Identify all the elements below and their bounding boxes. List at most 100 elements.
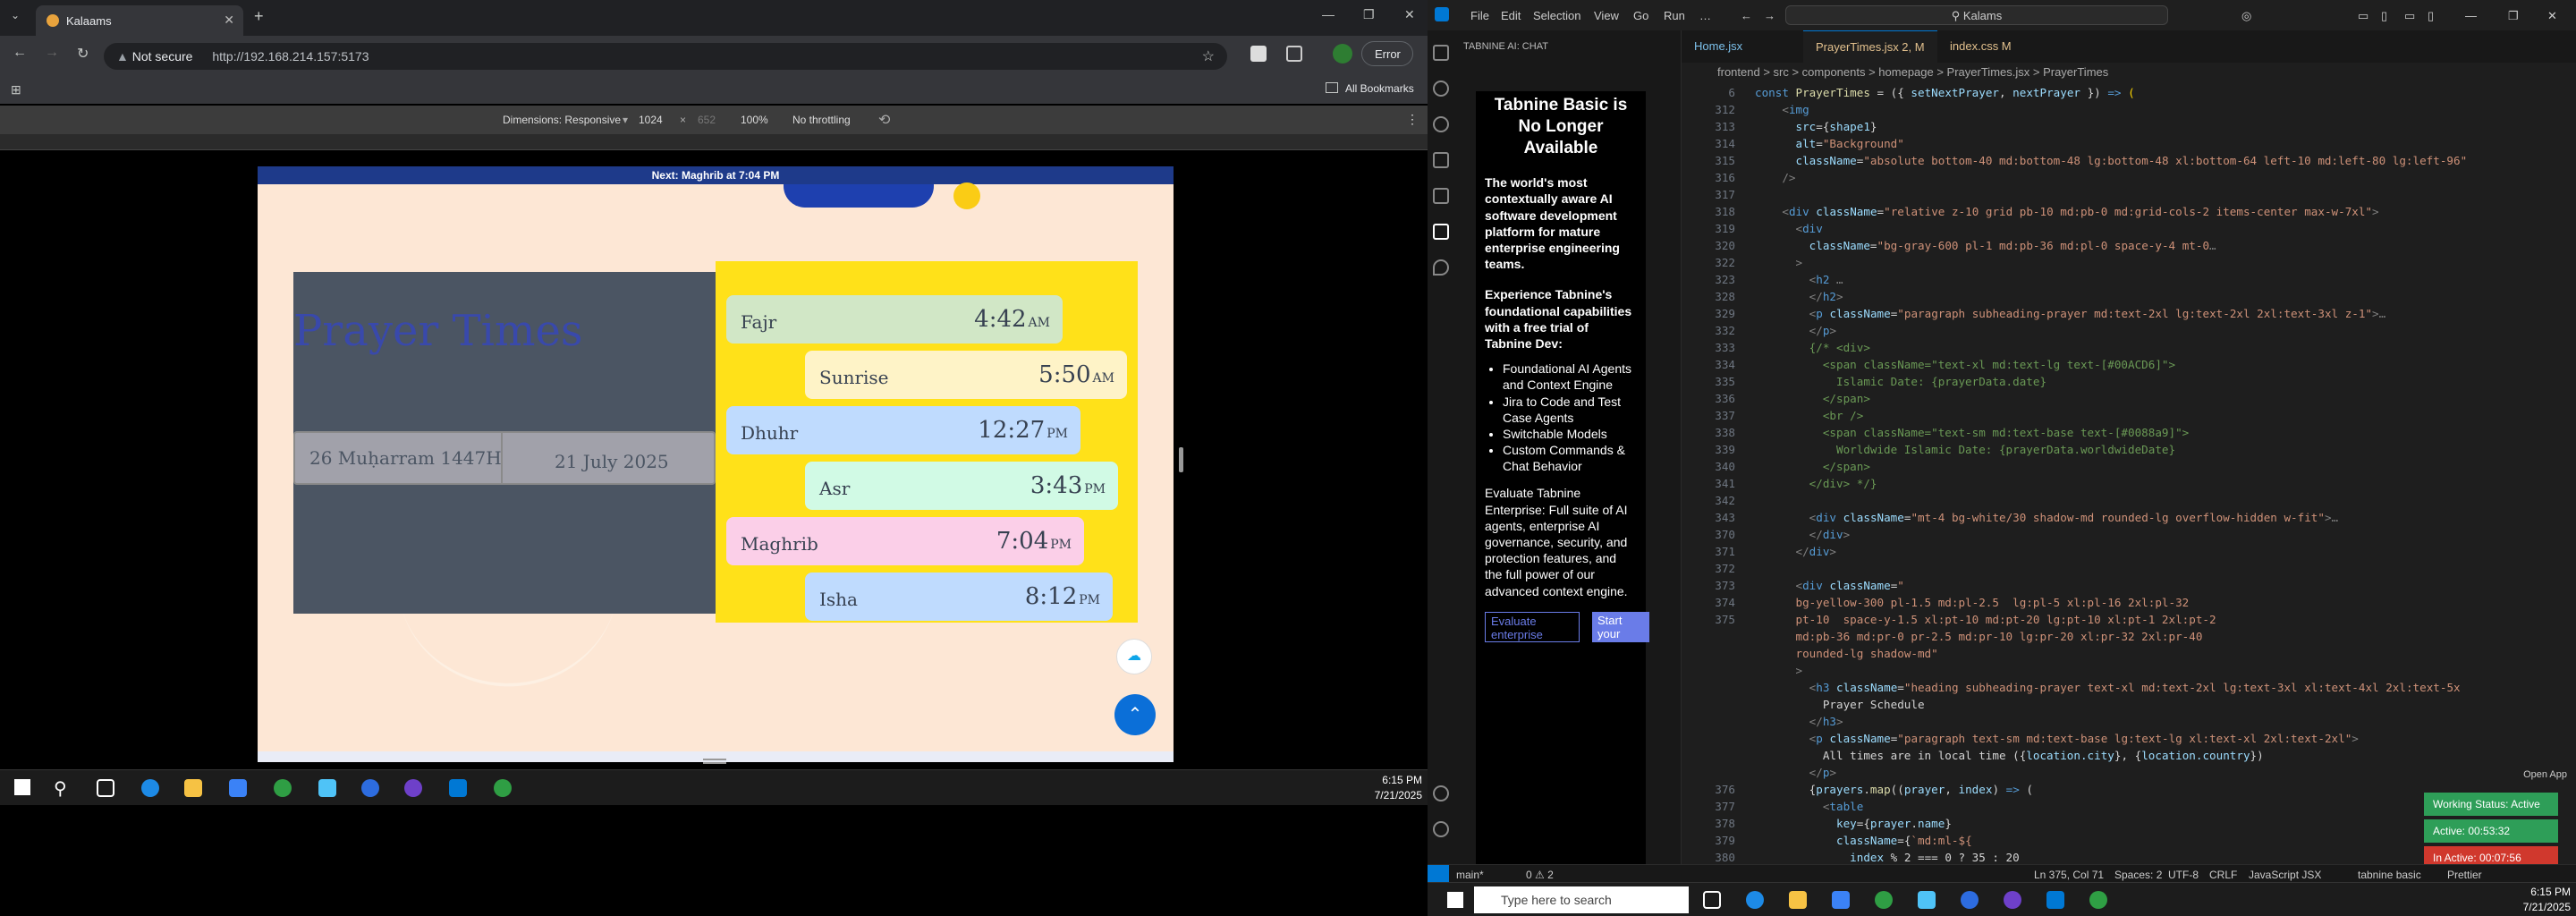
close-window-icon[interactable]: ✕ <box>1404 7 1415 22</box>
code-line[interactable]: Prayer Schedule <box>1755 698 1925 711</box>
windows-start-icon[interactable] <box>1447 892 1463 908</box>
code-line[interactable]: </span> <box>1755 392 1870 405</box>
code-line[interactable]: <p className="paragraph text-sm md:text-… <box>1755 732 2359 745</box>
command-center[interactable]: ⚲ Kalams <box>1785 5 2168 25</box>
cursor-position[interactable]: Ln 375, Col 71 <box>2034 869 2104 881</box>
code-line[interactable]: <div className=" <box>1755 579 1904 592</box>
more-options-icon[interactable]: ⋮ <box>1406 112 1419 127</box>
menu-view[interactable]: View <box>1594 9 1619 22</box>
code-line[interactable]: <div <box>1755 222 1823 235</box>
resize-handle-bottom[interactable] <box>703 759 726 764</box>
maximize-icon[interactable]: ❐ <box>1363 7 1375 22</box>
app-icon[interactable] <box>1918 891 1936 909</box>
code-line[interactable]: > <box>1755 256 1803 269</box>
menu-edit[interactable]: Edit <box>1501 9 1521 22</box>
code-line[interactable]: className="bg-gray-600 pl-1 md:pb-36 md:… <box>1755 239 2216 252</box>
breadcrumb[interactable]: frontend > src > components > homepage >… <box>1682 63 2576 82</box>
code-line[interactable]: </h3> <box>1755 715 1843 728</box>
code-line[interactable]: <img <box>1755 103 1809 116</box>
code-line[interactable]: All times are in local time ({location.c… <box>1755 749 2264 762</box>
chrome-icon[interactable] <box>2089 891 2107 909</box>
code-line[interactable]: <div className="mt-4 bg-white/30 shadow-… <box>1755 511 2338 524</box>
code-line[interactable]: </div> */} <box>1755 477 1877 490</box>
settings-gear-icon[interactable] <box>1433 821 1449 837</box>
code-line[interactable]: </div> <box>1755 545 1837 558</box>
encoding[interactable]: UTF-8 <box>2168 869 2199 881</box>
browser-tab[interactable]: Kalaams ✕ <box>36 5 243 36</box>
extensions-icon[interactable] <box>1433 188 1449 204</box>
scroll-top-button[interactable]: ⌃ <box>1114 694 1156 735</box>
code-line[interactable]: md:pb-36 md:pr-0 pr-2.5 md:pr-10 lg:pr-2… <box>1755 630 2203 643</box>
chrome-icon[interactable] <box>1875 891 1893 909</box>
maximize-icon[interactable]: ❐ <box>2508 9 2519 23</box>
code-line[interactable]: </p> <box>1755 324 1836 337</box>
forward-icon[interactable]: → <box>1764 9 1775 22</box>
apps-grid-icon[interactable]: ⊞ <box>11 82 21 98</box>
layout-icon[interactable]: ▭ <box>2358 9 2368 23</box>
language-mode[interactable]: JavaScript JSX <box>2249 869 2321 881</box>
code-line[interactable]: /> <box>1755 171 1795 184</box>
tabnine-status[interactable]: tabnine basic <box>2358 869 2421 881</box>
extensions-puzzle-icon[interactable] <box>1286 46 1302 62</box>
chat-icon[interactable] <box>1433 259 1449 276</box>
run-debug-icon[interactable] <box>1433 152 1449 168</box>
code-line[interactable]: {/* <div> <box>1755 341 1870 354</box>
sidebar-toggle-icon[interactable]: ▯ <box>2381 9 2387 23</box>
extension-icon[interactable] <box>1250 46 1267 62</box>
vscode-icon[interactable] <box>449 779 467 797</box>
eol[interactable]: CRLF <box>2209 869 2237 881</box>
git-branch[interactable]: main* <box>1456 869 1484 881</box>
vscode-icon[interactable] <box>2046 891 2064 909</box>
tab-home[interactable]: Home.jsx <box>1682 30 1755 63</box>
tabnine-icon[interactable] <box>1433 224 1449 240</box>
code-line[interactable]: rounded-lg shadow-md" <box>1755 647 1938 660</box>
store-icon[interactable] <box>229 779 247 797</box>
bookmark-star-icon[interactable]: ☆ <box>1202 47 1215 65</box>
task-view-icon[interactable] <box>97 779 114 797</box>
explorer-icon[interactable] <box>1789 891 1807 909</box>
width-input[interactable]: 1024 <box>639 114 663 126</box>
menu-selection[interactable]: Selection <box>1533 9 1580 22</box>
explorer-icon[interactable] <box>1433 45 1449 61</box>
code-line[interactable]: <br /> <box>1755 409 1864 422</box>
code-line[interactable]: </div> <box>1755 528 1851 541</box>
code-line[interactable]: className={`md:ml-${ <box>1755 834 1972 847</box>
taskbar-search[interactable]: Type here to search <box>1474 886 1689 913</box>
code-line[interactable]: src={shape1} <box>1755 120 1877 133</box>
code-line[interactable]: <span className="text-xl md:text-lg text… <box>1755 358 2175 371</box>
code-line[interactable]: bg-yellow-300 pl-1.5 md:pl-2.5 lg:pl-5 x… <box>1755 596 2190 609</box>
code-line[interactable]: <h2 … <box>1755 273 1843 286</box>
problems-count[interactable]: 0 ⚠ 2 <box>1526 869 1554 881</box>
new-tab-icon[interactable]: + <box>254 7 264 26</box>
remote-icon[interactable] <box>1428 865 1449 884</box>
close-tab-icon[interactable]: ✕ <box>224 13 234 28</box>
reload-icon[interactable]: ↻ <box>77 45 89 63</box>
prayer-notification-button[interactable]: ☁ <box>1116 639 1152 674</box>
start-trial-button[interactable]: Start your Dev trial <box>1592 611 1649 642</box>
resize-handle-right[interactable] <box>1179 447 1183 472</box>
tab-index-css[interactable]: index.css M <box>1937 30 2024 63</box>
code-line[interactable]: Islamic Date: {prayerData.date} <box>1755 375 2046 388</box>
code-line[interactable]: </p> <box>1755 766 1836 779</box>
close-window-icon[interactable]: ✕ <box>2547 9 2557 23</box>
explorer-icon[interactable] <box>184 779 202 797</box>
code-line[interactable]: {prayers.map((prayer, index) => ( <box>1755 783 2033 796</box>
evaluate-enterprise-button[interactable]: Evaluate enterprise <box>1485 611 1580 642</box>
code-line[interactable]: <div className="relative z-10 grid pb-10… <box>1755 205 2378 218</box>
code-line[interactable]: const PrayerTimes = ({ setNextPrayer, ne… <box>1755 86 2135 99</box>
minimize-icon[interactable]: — <box>2465 9 2477 22</box>
error-chip[interactable]: Error <box>1361 41 1413 66</box>
back-icon[interactable]: ← <box>1741 9 1752 22</box>
dimensions-select[interactable]: Dimensions: Responsive <box>503 114 621 126</box>
store-icon[interactable] <box>1832 891 1850 909</box>
rotate-icon[interactable]: ⟲ <box>878 111 890 129</box>
task-view-icon[interactable] <box>1703 891 1721 909</box>
all-bookmarks[interactable]: All Bookmarks <box>1345 82 1414 95</box>
account-icon[interactable] <box>1433 785 1449 802</box>
menu-file[interactable]: File <box>1470 9 1489 22</box>
code-line[interactable]: <h3 className="heading subheading-prayer… <box>1755 681 2461 694</box>
chrome-icon[interactable] <box>494 779 512 797</box>
prettier-status[interactable]: Prettier <box>2447 869 2482 881</box>
search-icon[interactable]: ⚲ <box>54 777 67 800</box>
zoom-icon[interactable] <box>1961 891 1979 909</box>
